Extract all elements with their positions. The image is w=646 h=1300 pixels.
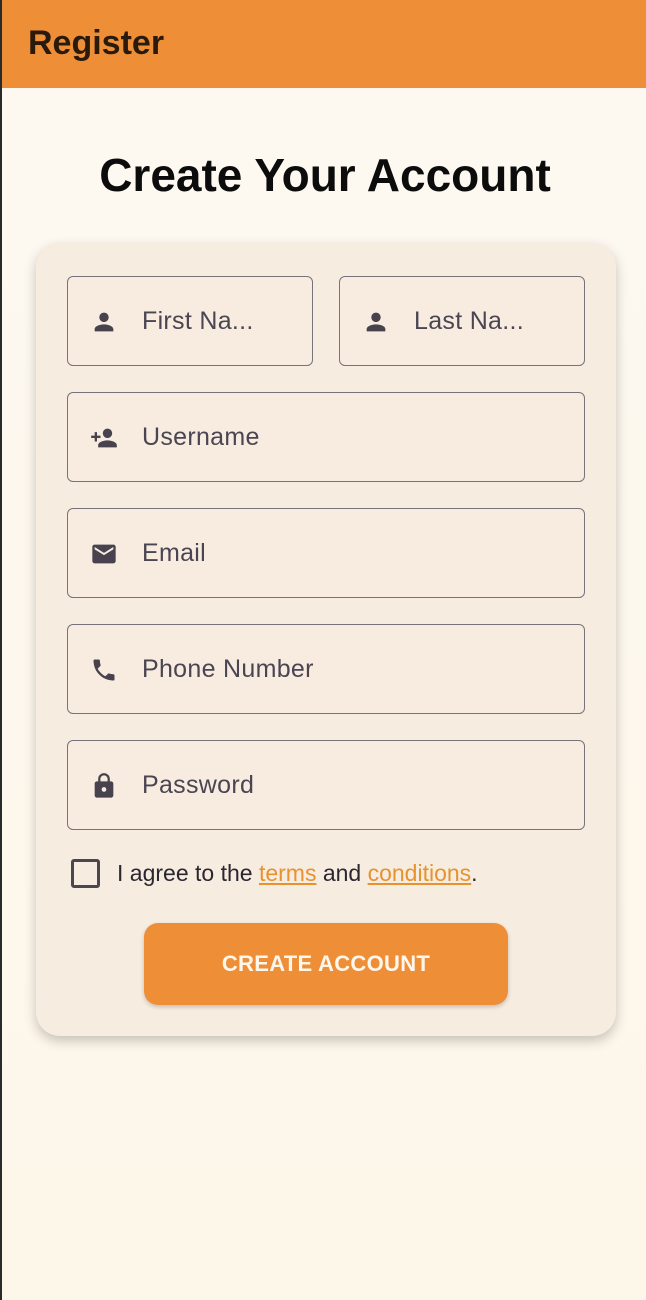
password-placeholder: Password	[142, 771, 255, 799]
person-icon	[360, 308, 392, 336]
last-name-field[interactable]: Last Na...	[339, 276, 585, 366]
agree-prefix: I agree to the	[117, 860, 259, 886]
first-name-placeholder: First Na...	[142, 307, 254, 335]
last-name-placeholder: Last Na...	[414, 307, 524, 335]
app-bar: Register	[2, 0, 646, 88]
phone-placeholder: Phone Number	[142, 655, 314, 683]
create-account-button[interactable]: CREATE ACCOUNT	[144, 923, 508, 1005]
agree-middle: and	[316, 860, 368, 886]
username-field[interactable]: Username	[67, 392, 585, 482]
agree-checkbox[interactable]	[71, 859, 100, 888]
create-account-label: CREATE ACCOUNT	[221, 951, 431, 976]
phone-icon	[88, 656, 120, 684]
mail-icon	[88, 540, 120, 568]
email-field[interactable]: Email	[67, 508, 585, 598]
person-icon	[88, 308, 120, 336]
conditions-link[interactable]: conditions	[368, 860, 472, 886]
page-title: Create Your Account	[99, 149, 551, 201]
agree-suffix: .	[471, 860, 478, 886]
email-placeholder: Email	[142, 539, 207, 567]
username-placeholder: Username	[142, 423, 260, 451]
phone-field[interactable]: Phone Number	[67, 624, 585, 714]
agree-text: I agree to the terms and conditions.	[117, 860, 478, 887]
first-name-field[interactable]: First Na...	[67, 276, 313, 366]
app-bar-title: Register	[28, 24, 165, 62]
lock-icon	[88, 772, 120, 800]
person-add-icon	[88, 424, 120, 452]
password-field[interactable]: Password	[67, 740, 585, 830]
terms-link[interactable]: terms	[259, 860, 317, 886]
